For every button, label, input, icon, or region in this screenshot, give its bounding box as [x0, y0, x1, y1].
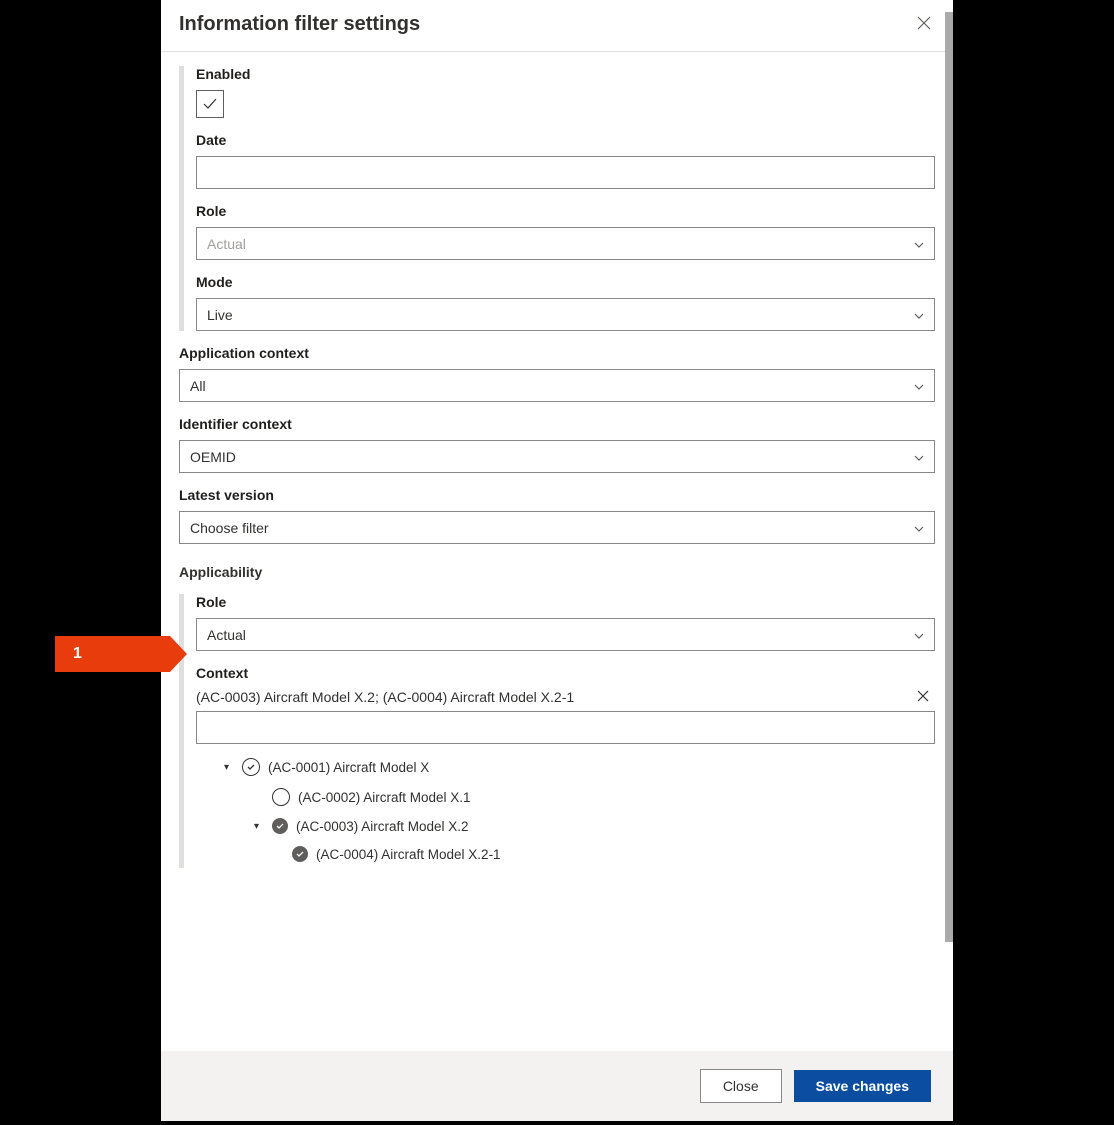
id-context-value: OEMID: [190, 449, 236, 465]
latest-version-label: Latest version: [179, 487, 935, 503]
latest-version-value: Choose filter: [190, 520, 269, 536]
tree-node-label: (AC-0004) Aircraft Model X.2-1: [316, 847, 501, 862]
date-label: Date: [196, 132, 935, 148]
date-input[interactable]: [196, 156, 935, 189]
id-context-label: Identifier context: [179, 416, 935, 432]
context-tree: ▾ (AC-0001) Aircraft Model X (AC-0002) A…: [196, 752, 935, 868]
dialog-header: Information filter settings: [161, 0, 953, 52]
tree-check-filled-icon[interactable]: [272, 818, 288, 834]
applicability-heading: Applicability: [179, 564, 935, 580]
role-value: Actual: [207, 236, 246, 252]
tree-check-partial-icon[interactable]: [242, 758, 260, 776]
tree-node-label: (AC-0001) Aircraft Model X: [268, 760, 429, 775]
caret-down-icon[interactable]: ▾: [224, 762, 234, 773]
tree-node[interactable]: ▾ (AC-0001) Aircraft Model X: [196, 752, 935, 782]
mode-label: Mode: [196, 274, 935, 290]
chevron-down-icon: [914, 237, 924, 251]
chevron-down-icon: [914, 379, 924, 393]
clear-context-icon[interactable]: [911, 689, 935, 705]
role-label: Role: [196, 203, 935, 219]
applicability-role-label: Role: [196, 594, 935, 610]
close-button[interactable]: Close: [700, 1069, 782, 1103]
tree-node[interactable]: ▾ (AC-0003) Aircraft Model X.2: [196, 812, 935, 840]
tree-check-filled-icon[interactable]: [292, 846, 308, 862]
dialog-title: Information filter settings: [179, 13, 420, 36]
tree-node[interactable]: (AC-0002) Aircraft Model X.1: [196, 782, 935, 812]
enabled-checkbox[interactable]: [196, 90, 224, 118]
enabled-label: Enabled: [196, 66, 935, 82]
latest-version-dropdown[interactable]: Choose filter: [179, 511, 935, 544]
app-context-label: Application context: [179, 345, 935, 361]
applicability-role-dropdown[interactable]: Actual: [196, 618, 935, 651]
chevron-down-icon: [914, 308, 924, 322]
chevron-down-icon: [914, 628, 924, 642]
tree-check-empty-icon[interactable]: [272, 788, 290, 806]
role-dropdown[interactable]: Actual: [196, 227, 935, 260]
chevron-down-icon: [914, 521, 924, 535]
caret-down-icon[interactable]: ▾: [254, 821, 264, 832]
dialog-footer: Close Save changes: [161, 1051, 953, 1121]
chevron-down-icon: [914, 450, 924, 464]
applicability-role-value: Actual: [207, 627, 246, 643]
annotation-callout: 1: [55, 636, 170, 672]
context-label: Context: [196, 665, 935, 681]
app-context-dropdown[interactable]: All: [179, 369, 935, 402]
tree-node-label: (AC-0002) Aircraft Model X.1: [298, 790, 471, 805]
id-context-dropdown[interactable]: OEMID: [179, 440, 935, 473]
dialog-panel: Information filter settings Enabled Date: [161, 0, 953, 1085]
mode-value: Live: [207, 307, 233, 323]
context-summary: (AC-0003) Aircraft Model X.2; (AC-0004) …: [196, 689, 574, 705]
tree-node[interactable]: (AC-0004) Aircraft Model X.2-1: [196, 840, 935, 868]
annotation-number: 1: [55, 645, 82, 663]
close-icon[interactable]: [913, 12, 935, 37]
tree-node-label: (AC-0003) Aircraft Model X.2: [296, 819, 469, 834]
context-search-input[interactable]: [196, 711, 935, 744]
save-changes-button[interactable]: Save changes: [794, 1070, 931, 1102]
mode-dropdown[interactable]: Live: [196, 298, 935, 331]
app-context-value: All: [190, 378, 206, 394]
check-icon: [202, 96, 218, 112]
